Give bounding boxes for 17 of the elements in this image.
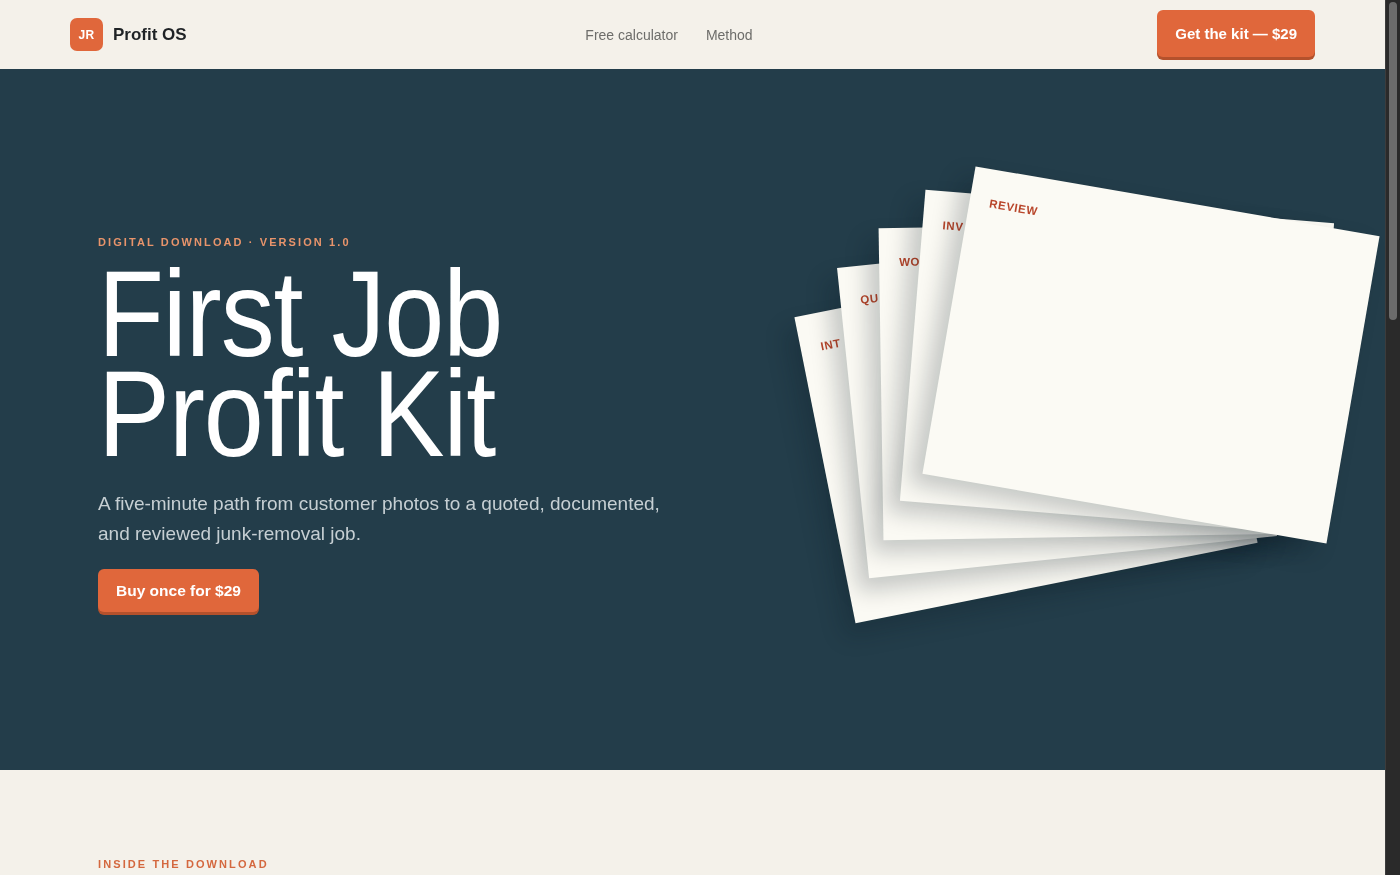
brand-name[interactable]: Profit OS	[113, 24, 187, 45]
buy-button[interactable]: Buy once for $29	[98, 569, 259, 612]
card-label: QU	[859, 290, 880, 307]
scrollbar-thumb[interactable]	[1389, 2, 1397, 320]
card-label: WO	[899, 254, 921, 269]
nav-link[interactable]: Method	[705, 26, 753, 43]
card-label: INT	[819, 335, 842, 354]
get-kit-button[interactable]: Get the kit — $29	[1157, 9, 1315, 57]
nav-link[interactable]: Free calculator	[585, 26, 678, 43]
hero-title: First Job Profit Kit	[98, 264, 504, 464]
hero-subtitle: A five-minute path from customer photos to a quoted, documented, and reviewed junk-removal job.	[98, 492, 661, 546]
scrollbar[interactable]	[1385, 0, 1400, 875]
card-label: INV	[942, 218, 965, 234]
logo-mark[interactable]: JR	[70, 18, 103, 51]
eyebrow-label: DIGITAL DOWNLOAD · VERSION 1.0	[98, 235, 352, 249]
section-eyebrow: INSIDE THE DOWNLOAD	[98, 857, 270, 871]
card-label: REVIEW	[988, 196, 1039, 219]
